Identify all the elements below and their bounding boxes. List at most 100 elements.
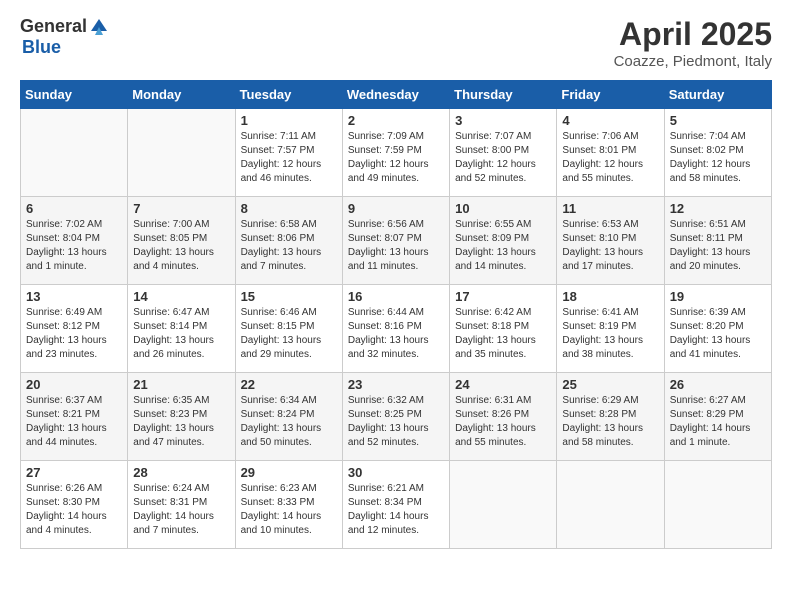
- day-info: Sunrise: 6:53 AMSunset: 8:10 PMDaylight:…: [562, 218, 658, 274]
- day-info: Sunrise: 6:29 AMSunset: 8:28 PMDaylight:…: [562, 394, 658, 450]
- day-number: 17: [455, 289, 551, 304]
- calendar-day-cell: 17 Sunrise: 6:42 AMSunset: 8:18 PMDayligh…: [450, 285, 557, 373]
- day-number: 18: [562, 289, 658, 304]
- day-number: 7: [133, 201, 229, 216]
- header: General Blue April 2025 Coazze, Piedmont…: [20, 16, 772, 70]
- title-block: April 2025 Coazze, Piedmont, Italy: [614, 16, 772, 70]
- calendar-day-cell: 9 Sunrise: 6:56 AMSunset: 8:07 PMDaylight…: [342, 197, 449, 285]
- day-number: 14: [133, 289, 229, 304]
- logo-general-text: General: [20, 16, 87, 37]
- day-info: Sunrise: 6:27 AMSunset: 8:29 PMDaylight:…: [670, 394, 766, 450]
- calendar-day-cell: 21Sunrise: 6:35 AMSunset: 8:23 PMDayligh…: [128, 373, 235, 461]
- day-number: 27: [26, 465, 122, 480]
- calendar-day-cell: 6 Sunrise: 7:02 AMSunset: 8:04 PMDaylight…: [21, 197, 128, 285]
- weekday-header: Friday: [557, 81, 664, 109]
- day-number: 8: [241, 201, 337, 216]
- calendar-week-row: 6 Sunrise: 7:02 AMSunset: 8:04 PMDaylight…: [21, 197, 772, 285]
- day-number: 21: [133, 377, 229, 392]
- calendar-day-cell: [128, 109, 235, 197]
- calendar-day-cell: 24 Sunrise: 6:31 AMSunset: 8:26 PMDayligh…: [450, 373, 557, 461]
- logo-icon: [89, 17, 109, 37]
- calendar-day-cell: 25Sunrise: 6:29 AMSunset: 8:28 PMDayligh…: [557, 373, 664, 461]
- day-info: Sunrise: 6:42 AMSunset: 8:18 PMDaylight:…: [455, 306, 551, 362]
- day-number: 22: [241, 377, 337, 392]
- calendar-day-cell: 12 Sunrise: 6:51 AMSunset: 8:11 PMDayligh…: [664, 197, 771, 285]
- day-number: 1: [241, 113, 337, 128]
- day-info: Sunrise: 7:02 AMSunset: 8:04 PMDaylight:…: [26, 218, 122, 274]
- day-number: 28: [133, 465, 229, 480]
- day-info: Sunrise: 6:31 AMSunset: 8:26 PMDaylight:…: [455, 394, 551, 450]
- calendar-day-cell: 18 Sunrise: 6:41 AMSunset: 8:19 PMDayligh…: [557, 285, 664, 373]
- calendar-week-row: 20Sunrise: 6:37 AMSunset: 8:21 PMDayligh…: [21, 373, 772, 461]
- day-info: Sunrise: 6:49 AMSunset: 8:12 PMDaylight:…: [26, 306, 122, 362]
- day-number: 15: [241, 289, 337, 304]
- calendar-day-cell: 16 Sunrise: 6:44 AMSunset: 8:16 PMDayligh…: [342, 285, 449, 373]
- day-info: Sunrise: 7:00 AMSunset: 8:05 PMDaylight:…: [133, 218, 229, 274]
- calendar-day-cell: [557, 461, 664, 549]
- calendar-day-cell: 1 Sunrise: 7:11 AMSunset: 7:57 PMDaylight…: [235, 109, 342, 197]
- day-info: Sunrise: 6:41 AMSunset: 8:19 PMDaylight:…: [562, 306, 658, 362]
- calendar-day-cell: 22 Sunrise: 6:34 AMSunset: 8:24 PMDayligh…: [235, 373, 342, 461]
- day-number: 2: [348, 113, 444, 128]
- calendar-day-cell: 4 Sunrise: 7:06 AMSunset: 8:01 PMDaylight…: [557, 109, 664, 197]
- day-info: Sunrise: 6:32 AMSunset: 8:25 PMDaylight:…: [348, 394, 444, 450]
- weekday-header: Tuesday: [235, 81, 342, 109]
- weekday-header: Sunday: [21, 81, 128, 109]
- calendar-day-cell: 27 Sunrise: 6:26 AMSunset: 8:30 PMDayligh…: [21, 461, 128, 549]
- calendar-day-cell: 26 Sunrise: 6:27 AMSunset: 8:29 PMDayligh…: [664, 373, 771, 461]
- calendar-day-cell: 13Sunrise: 6:49 AMSunset: 8:12 PMDayligh…: [21, 285, 128, 373]
- day-info: Sunrise: 6:58 AMSunset: 8:06 PMDaylight:…: [241, 218, 337, 274]
- day-number: 23: [348, 377, 444, 392]
- day-number: 6: [26, 201, 122, 216]
- weekday-header: Saturday: [664, 81, 771, 109]
- calendar-day-cell: 19 Sunrise: 6:39 AMSunset: 8:20 PMDayligh…: [664, 285, 771, 373]
- day-info: Sunrise: 6:34 AMSunset: 8:24 PMDaylight:…: [241, 394, 337, 450]
- day-number: 9: [348, 201, 444, 216]
- day-number: 30: [348, 465, 444, 480]
- day-info: Sunrise: 6:24 AMSunset: 8:31 PMDaylight:…: [133, 482, 229, 538]
- header-row: SundayMondayTuesdayWednesdayThursdayFrid…: [21, 81, 772, 109]
- logo-blue-text: Blue: [22, 37, 61, 58]
- calendar-day-cell: 2Sunrise: 7:09 AMSunset: 7:59 PMDaylight…: [342, 109, 449, 197]
- day-number: 19: [670, 289, 766, 304]
- day-number: 16: [348, 289, 444, 304]
- calendar-day-cell: 28 Sunrise: 6:24 AMSunset: 8:31 PMDayligh…: [128, 461, 235, 549]
- calendar-week-row: 1 Sunrise: 7:11 AMSunset: 7:57 PMDaylight…: [21, 109, 772, 197]
- calendar-day-cell: 20Sunrise: 6:37 AMSunset: 8:21 PMDayligh…: [21, 373, 128, 461]
- day-info: Sunrise: 6:26 AMSunset: 8:30 PMDaylight:…: [26, 482, 122, 538]
- calendar-day-cell: 30 Sunrise: 6:21 AMSunset: 8:34 PMDayligh…: [342, 461, 449, 549]
- weekday-header: Wednesday: [342, 81, 449, 109]
- calendar-day-cell: 23 Sunrise: 6:32 AMSunset: 8:25 PMDayligh…: [342, 373, 449, 461]
- calendar-day-cell: 7 Sunrise: 7:00 AMSunset: 8:05 PMDaylight…: [128, 197, 235, 285]
- day-number: 29: [241, 465, 337, 480]
- day-number: 11: [562, 201, 658, 216]
- calendar-day-cell: 10Sunrise: 6:55 AMSunset: 8:09 PMDayligh…: [450, 197, 557, 285]
- calendar-day-cell: 14Sunrise: 6:47 AMSunset: 8:14 PMDayligh…: [128, 285, 235, 373]
- day-number: 26: [670, 377, 766, 392]
- day-info: Sunrise: 7:06 AMSunset: 8:01 PMDaylight:…: [562, 130, 658, 186]
- day-info: Sunrise: 6:56 AMSunset: 8:07 PMDaylight:…: [348, 218, 444, 274]
- weekday-header: Thursday: [450, 81, 557, 109]
- calendar-week-row: 13Sunrise: 6:49 AMSunset: 8:12 PMDayligh…: [21, 285, 772, 373]
- calendar-day-cell: [450, 461, 557, 549]
- calendar-week-row: 27 Sunrise: 6:26 AMSunset: 8:30 PMDayligh…: [21, 461, 772, 549]
- day-info: Sunrise: 6:21 AMSunset: 8:34 PMDaylight:…: [348, 482, 444, 538]
- day-number: 24: [455, 377, 551, 392]
- page-container: General Blue April 2025 Coazze, Piedmont…: [0, 0, 792, 565]
- day-info: Sunrise: 6:46 AMSunset: 8:15 PMDaylight:…: [241, 306, 337, 362]
- day-info: Sunrise: 6:39 AMSunset: 8:20 PMDaylight:…: [670, 306, 766, 362]
- weekday-header: Monday: [128, 81, 235, 109]
- day-info: Sunrise: 7:11 AMSunset: 7:57 PMDaylight:…: [241, 130, 337, 186]
- day-info: Sunrise: 6:55 AMSunset: 8:09 PMDaylight:…: [455, 218, 551, 274]
- day-info: Sunrise: 6:51 AMSunset: 8:11 PMDaylight:…: [670, 218, 766, 274]
- day-info: Sunrise: 6:44 AMSunset: 8:16 PMDaylight:…: [348, 306, 444, 362]
- day-number: 12: [670, 201, 766, 216]
- calendar-day-cell: [21, 109, 128, 197]
- day-info: Sunrise: 6:23 AMSunset: 8:33 PMDaylight:…: [241, 482, 337, 538]
- calendar-day-cell: 3Sunrise: 7:07 AMSunset: 8:00 PMDaylight…: [450, 109, 557, 197]
- calendar-table: SundayMondayTuesdayWednesdayThursdayFrid…: [20, 80, 772, 549]
- calendar-day-cell: 8 Sunrise: 6:58 AMSunset: 8:06 PMDaylight…: [235, 197, 342, 285]
- day-number: 20: [26, 377, 122, 392]
- day-number: 4: [562, 113, 658, 128]
- calendar-day-cell: 5Sunrise: 7:04 AMSunset: 8:02 PMDaylight…: [664, 109, 771, 197]
